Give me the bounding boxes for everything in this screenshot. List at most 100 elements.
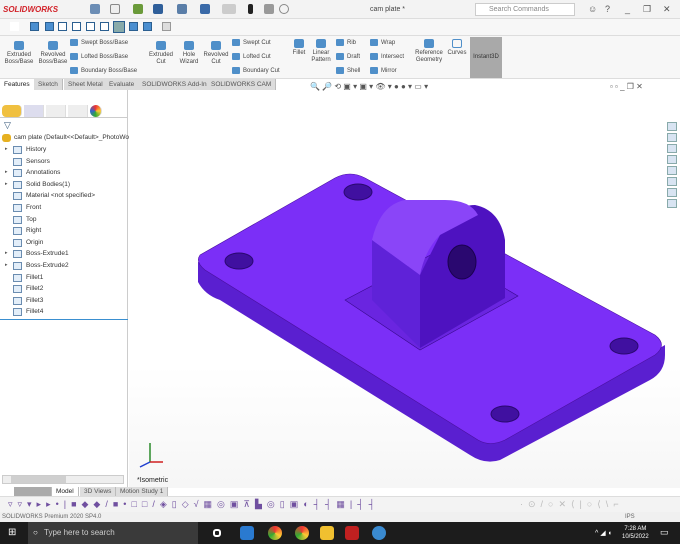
front-view-icon[interactable] xyxy=(30,22,39,31)
system-tray-icons[interactable]: ^ ◢ ◖ xyxy=(595,529,612,537)
clock[interactable]: 7:28 AM 10/5/2022 xyxy=(622,525,649,541)
tree-item[interactable]: Origin xyxy=(0,238,128,249)
top-view-icon[interactable] xyxy=(86,22,95,31)
restore-button[interactable]: ❐ xyxy=(643,4,651,15)
boundary-cut-button[interactable]: Boundary Cut xyxy=(232,67,280,74)
normal-to-icon[interactable] xyxy=(10,22,19,31)
lofted-cut-button[interactable]: Lofted Cut xyxy=(232,53,271,60)
tree-item[interactable]: ▸ History xyxy=(0,145,128,156)
tree-item[interactable]: Sensors xyxy=(0,157,128,168)
boundary-boss-button[interactable]: Boundary Boss/Base xyxy=(70,67,137,74)
open-icon[interactable] xyxy=(133,4,143,14)
graphics-area[interactable]: *Isometric xyxy=(129,79,680,488)
undo-icon[interactable] xyxy=(200,4,210,14)
notifications-icon[interactable]: ▭ xyxy=(660,527,669,538)
user-icon[interactable]: ☺ xyxy=(588,4,597,14)
search-commands-input[interactable]: Search Commands xyxy=(475,3,575,16)
options-gear-icon[interactable] xyxy=(279,4,289,14)
tab-evaluate[interactable]: Evaluate xyxy=(105,79,140,90)
tree-item[interactable]: ▸ Solid Bodies(1) xyxy=(0,180,128,191)
tab-features[interactable]: Features xyxy=(0,79,35,90)
mirror-button[interactable]: Mirror xyxy=(370,67,397,74)
expand-arrow-icon[interactable]: ▸ xyxy=(5,181,8,187)
tree-item[interactable]: ▸ Annotations xyxy=(0,168,128,179)
feature-manager-tab-icon[interactable] xyxy=(2,105,22,117)
tab-model[interactable]: Model xyxy=(52,487,79,496)
draft-button[interactable]: Draft xyxy=(336,53,360,60)
back-view-icon[interactable] xyxy=(45,22,54,31)
linear-pattern-button[interactable]: Linear Pattern xyxy=(309,39,333,64)
extruded-cut-button[interactable]: Extruded Cut xyxy=(147,41,175,66)
expand-arrow-icon[interactable]: ▸ xyxy=(5,146,8,152)
tree-item[interactable]: ▸ Boss-Extrude2 xyxy=(0,261,128,272)
sketch-toolbar[interactable]: ▿▿▾▸▸•|■◆◆/■•□□/◈▯◇√▦◎▣⊼▙◎▯▣◐┤┤▦|┤┤ ·⊙/○… xyxy=(0,496,680,512)
shell-button[interactable]: Shell xyxy=(336,67,360,74)
fillet-button[interactable]: Fillet xyxy=(290,39,308,57)
chrome-icon[interactable] xyxy=(268,526,282,540)
intersect-button[interactable]: Intersect xyxy=(370,53,404,60)
tree-item[interactable]: Fillet3 xyxy=(0,296,128,307)
task-pane-tabs[interactable] xyxy=(667,122,679,212)
heads-up-view-toolbar[interactable]: 🔍 🔎 ⟲ ▣ ▾ ▣ ▾ 👁 ▾ ● ● ▾ ▭ ▾ xyxy=(310,82,428,94)
swept-cut-button[interactable]: Swept Cut xyxy=(232,39,271,46)
tab-addins[interactable]: SOLIDWORKS Add-Ins xyxy=(138,79,215,90)
task-view-icon[interactable] xyxy=(213,529,221,537)
horizontal-scrollbar[interactable] xyxy=(2,475,124,484)
dimxpert-tab-icon[interactable] xyxy=(68,105,88,117)
tree-item[interactable]: Fillet4 xyxy=(0,307,128,318)
left-view-icon[interactable] xyxy=(58,22,67,31)
tree-item[interactable]: ▸ Boss-Extrude1 xyxy=(0,249,128,260)
tab-cam[interactable]: SOLIDWORKS CAM xyxy=(207,79,277,90)
dimetric-view-icon[interactable] xyxy=(143,22,152,31)
home-icon[interactable] xyxy=(90,4,100,14)
wrap-button[interactable]: Wrap xyxy=(370,39,395,46)
link-view-icon[interactable] xyxy=(162,22,171,31)
app-icon[interactable] xyxy=(240,526,254,540)
swept-boss-button[interactable]: Swept Boss/Base xyxy=(70,39,128,46)
display-manager-tab-icon[interactable] xyxy=(90,105,102,117)
expand-arrow-icon[interactable]: ▸ xyxy=(5,250,8,256)
print-icon[interactable] xyxy=(177,4,187,14)
revolved-cut-button[interactable]: Revolved Cut xyxy=(202,41,230,66)
other-app-icon[interactable] xyxy=(372,526,386,540)
viewport-window-controls[interactable]: ▫ ▫ _ ❐ ✕ xyxy=(610,82,643,94)
right-view-icon[interactable] xyxy=(72,22,81,31)
isometric-view-icon[interactable] xyxy=(113,21,125,33)
tree-item[interactable]: Right xyxy=(0,226,128,237)
chrome-profile-icon[interactable] xyxy=(295,526,309,540)
windows-start-icon[interactable]: ⊞ xyxy=(8,527,16,538)
property-manager-tab-icon[interactable] xyxy=(24,105,44,117)
tree-item[interactable]: Fillet1 xyxy=(0,273,128,284)
close-button[interactable]: ✕ xyxy=(663,4,671,15)
extruded-boss-button[interactable]: Extruded Boss/Base xyxy=(4,41,34,66)
curves-button[interactable]: Curves xyxy=(446,39,468,57)
tree-item[interactable]: Top xyxy=(0,215,128,226)
rib-button[interactable]: Rib xyxy=(336,39,356,46)
lofted-boss-button[interactable]: Lofted Boss/Base xyxy=(70,53,128,60)
model-view[interactable] xyxy=(129,79,680,488)
minimize-button[interactable]: _ xyxy=(625,4,630,14)
tree-item[interactable]: Fillet2 xyxy=(0,284,128,295)
expand-arrow-icon[interactable]: ▸ xyxy=(5,169,8,175)
tab-sheet-metal[interactable]: Sheet Metal xyxy=(64,79,108,90)
select-icon[interactable] xyxy=(222,4,236,14)
revolved-boss-button[interactable]: Revolved Boss/Base xyxy=(37,41,69,66)
reference-geometry-button[interactable]: Reference Geometry xyxy=(413,39,445,64)
expand-arrow-icon[interactable]: ▸ xyxy=(5,262,8,268)
save-icon[interactable] xyxy=(153,4,163,14)
rebuild-icon[interactable] xyxy=(248,4,253,14)
file-properties-icon[interactable] xyxy=(264,4,274,14)
new-file-icon[interactable] xyxy=(110,4,120,14)
tab-motion-study[interactable]: Motion Study 1 xyxy=(116,487,169,496)
hole-wizard-button[interactable]: Hole Wizard xyxy=(177,41,201,66)
instant3d-button[interactable]: Instant3D xyxy=(470,37,502,78)
tree-item[interactable]: Front xyxy=(0,203,128,214)
tree-item[interactable]: Material <not specified> xyxy=(0,191,128,202)
configuration-manager-tab-icon[interactable] xyxy=(46,105,66,117)
bottom-view-icon[interactable] xyxy=(100,22,109,31)
filter-icon[interactable]: ▽ xyxy=(4,120,11,131)
solidworks-taskbar-icon[interactable] xyxy=(345,526,359,540)
sketch-tool-icons[interactable]: ▿▿▾▸▸•|■◆◆/■•□□/◈▯◇√▦◎▣⊼▙◎▯▣◐┤┤▦|┤┤ xyxy=(8,499,380,510)
tab-nav-arrows[interactable] xyxy=(14,487,52,496)
trimetric-view-icon[interactable] xyxy=(129,22,138,31)
